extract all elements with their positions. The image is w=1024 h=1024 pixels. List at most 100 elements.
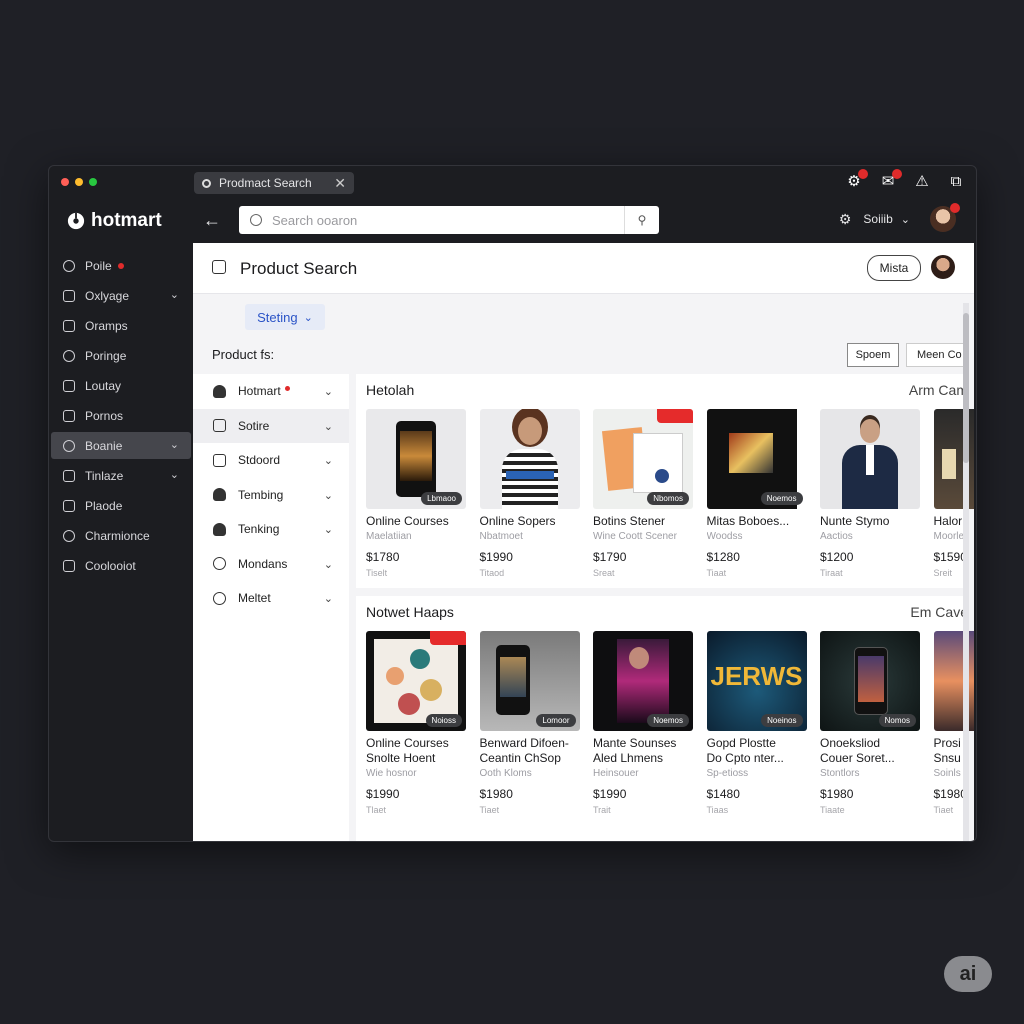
filter-item[interactable]: Tenking ⌄ [193,512,349,547]
sidebar-item[interactable]: Poile [51,252,191,279]
sidebar-item-label: Loutay [85,378,122,393]
product-title-line2[interactable]: Do Cpto nter... [707,751,807,766]
product-subtitle: Heinsouer [593,768,639,779]
sidebar-item[interactable]: Poringe [51,342,191,369]
notification-icon[interactable]: ✉ [878,169,902,192]
product-card-row: Lbmaoo Online Courses Maelatiian $1780 Tisel… [366,409,974,599]
product-thumbnail[interactable] [820,409,920,509]
browser-tab[interactable]: Prodmact Search ✕ [194,172,354,194]
section-link[interactable]: Arm Cam [909,382,968,398]
filter-item[interactable]: Meltet ⌄ [193,581,349,616]
product-thumbnail[interactable] [479,409,580,509]
scrollbar-thumb[interactable] [963,313,969,463]
header-button[interactable]: Mista [867,255,921,281]
section-link[interactable]: Em Cave [910,604,968,620]
page-title: Product Search [240,259,358,278]
product-title[interactable]: Online Sopers [480,514,580,529]
sidebar-item-label: Tinlaze [85,468,124,483]
sidebar-item[interactable]: Pornos [51,402,191,429]
product-card[interactable]: Online Sopers Nbatmoet $1990 Titaod [479,409,580,578]
sidebar-item-icon [63,499,75,512]
product-thumbnail[interactable]: Noioss [366,631,466,731]
sidebar-item[interactable]: Plaode [51,492,191,519]
sidebar-item[interactable]: Oramps [51,312,191,339]
search-user-icon[interactable]: ⚲ [624,206,659,234]
filter-item[interactable]: Sotire ⌄ [193,408,349,443]
product-thumbnail[interactable]: Noemos [593,631,693,731]
secondary-filter-button[interactable]: Meen Co [906,343,968,367]
sidebar-item-icon [63,439,75,452]
product-title-line2[interactable]: Couer Soret... [820,751,920,766]
sidebar-item[interactable]: Loutay [51,372,191,399]
product-title[interactable]: Onoeksliod [820,736,920,751]
product-tag: Noeinos [761,714,803,727]
settings-icon[interactable]: ⚙ [844,169,868,192]
filter-item-label: Sotire [238,418,270,433]
header-avatar[interactable] [931,255,955,279]
product-title-line2[interactable]: Aled Lhmens [593,751,693,766]
user-avatar[interactable] [930,203,960,232]
product-meta: Tiaate [820,805,845,815]
product-title[interactable]: Botins Stener [593,514,693,529]
product-thumbnail[interactable]: Noemos [706,409,807,509]
close-window-dot[interactable] [61,178,69,186]
product-card[interactable]: Noemos Mante Sounses Aled Lhmens Heinsouer $… [593,631,693,815]
account-menu[interactable]: ⚙ Soiiib ⌄ [839,203,960,232]
primary-filter-button[interactable]: Spoem [847,343,899,367]
hotmart-logo-icon [67,212,85,230]
product-title[interactable]: Mitas Boboes... [707,514,807,529]
product-card[interactable]: JERWS Noeinos Gopd Plostte Do Cpto nter... S… [706,631,807,815]
cloud-icon [213,488,226,502]
filter-item[interactable]: Hotmart ⌄ [193,374,349,409]
product-card[interactable]: Noioss Online Courses Snolte Hoent Wie hosn… [366,631,466,815]
sidebar-item-label: Poile [85,258,112,273]
scrollbar[interactable] [963,303,969,841]
product-subtitle: Wine Coott Scener [593,531,677,542]
product-card[interactable]: Lbmaoo Online Courses Maelatiian $1780 Tisel… [366,409,466,578]
filter-item-label: Mondans [238,556,288,571]
product-thumbnail[interactable]: JERWS Noeinos [706,631,807,731]
product-card[interactable]: Nunte Stymo Aactios $1200 Tiraat [820,409,920,578]
product-card[interactable]: Nomos Onoeksliod Couer Soret... Stontlors $1… [820,631,920,815]
filter-item[interactable]: Stdoord ⌄ [193,443,349,478]
product-title-line2[interactable]: Ceantin ChSop [480,751,580,766]
back-arrow-icon[interactable]: ← [203,210,221,231]
product-title-line2[interactable]: Snolte Hoent [366,751,466,766]
product-title[interactable]: Benward Difoen- [480,736,580,751]
product-price: $1480 [706,787,740,801]
hotmart-logo[interactable]: hotmart [67,210,162,232]
minimize-window-dot[interactable] [75,178,83,186]
tab-close-icon[interactable]: ✕ [334,175,346,192]
sort-dropdown[interactable]: Steting ⌄ [245,304,325,330]
product-card[interactable]: Noemos Mitas Boboes... Woodss $1280 Tiaat [706,409,807,578]
product-thumbnail[interactable]: Lomoor [479,631,580,731]
product-price: $1980 [479,787,513,801]
product-thumbnail[interactable]: Lbmaoo [366,409,466,509]
filter-list: Hotmart ⌄ Sotire ⌄ Stdoord ⌄ Tembing ⌄ Tenking ⌄ M… [193,374,349,841]
alert-icon[interactable]: ⚠ [912,172,932,192]
product-title[interactable]: Mante Sounses [593,736,693,751]
product-thumbnail[interactable]: Nomos [820,631,920,731]
export-icon[interactable]: ⧉ [946,172,966,192]
product-title[interactable]: Online Courses [366,514,466,529]
sidebar-item[interactable]: Coolooiot [51,552,191,579]
product-card[interactable]: Nbomos Botins Stener Wine Coott Scener $179… [593,409,693,578]
product-price: $1790 [593,550,627,564]
chevron-down-icon: ⌄ [169,469,179,481]
gear-icon[interactable]: ⚙ [839,211,852,228]
maximize-window-dot[interactable] [89,178,97,186]
product-price: $1990 [593,787,627,801]
sidebar-item[interactable]: Boanie ⌄ [51,432,191,459]
search-input[interactable] [270,211,624,229]
product-card[interactable]: Lomoor Benward Difoen- Ceantin ChSop Ooth K… [479,631,580,815]
sidebar-item[interactable]: Oxlyage ⌄ [51,282,191,309]
product-title[interactable]: Nunte Stymo [820,514,920,529]
product-tag: Nbomos [647,492,689,505]
product-thumbnail[interactable]: Nbomos [593,409,693,509]
product-title[interactable]: Online Courses [366,736,466,751]
product-title[interactable]: Gopd Plostte [707,736,807,751]
filter-item[interactable]: Mondans ⌄ [193,547,349,582]
sidebar-item[interactable]: Charmionce [51,522,191,549]
sidebar-item[interactable]: Tinlaze ⌄ [51,462,191,489]
filter-item[interactable]: Tembing ⌄ [193,478,349,513]
